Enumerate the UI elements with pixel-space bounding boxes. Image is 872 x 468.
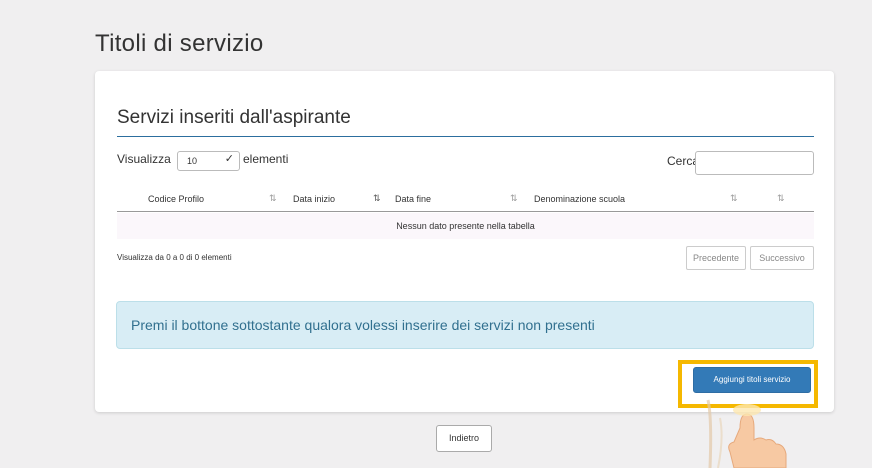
th-data-inizio[interactable]: Data inizio <box>293 194 335 204</box>
sort-icon[interactable]: ⇅ <box>777 193 785 204</box>
empty-row: Nessun dato presente nella tabella <box>117 213 814 239</box>
sort-icon[interactable]: ⇅ <box>510 193 518 204</box>
sort-icon[interactable]: ⇅ <box>730 193 738 204</box>
sort-icon[interactable]: ⇅ <box>269 193 277 204</box>
page-title: Titoli di servizio <box>95 30 264 57</box>
pagination-info: Visualizza da 0 a 0 di 0 elementi <box>117 253 232 262</box>
info-alert: Premi il bottone sottostante qualora vol… <box>116 301 814 349</box>
sort-asc-icon[interactable]: ⇅ <box>373 193 381 204</box>
alert-text: Premi il bottone sottostante qualora vol… <box>131 317 595 333</box>
pointing-hand-icon <box>706 399 787 468</box>
previous-button[interactable]: Precedente <box>686 246 746 270</box>
th-data-fine[interactable]: Data fine <box>395 194 431 204</box>
length-suffix: elementi <box>243 152 289 166</box>
table-header: Codice Profilo ⇅ Data inizio ⇅ Data fine… <box>117 188 814 212</box>
title-divider <box>117 136 814 137</box>
th-codice-profilo[interactable]: Codice Profilo <box>148 194 204 204</box>
section-title: Servizi inseriti dall'aspirante <box>117 107 351 128</box>
th-denominazione-scuola[interactable]: Denominazione scuola <box>534 194 625 204</box>
length-label: Visualizza <box>117 152 171 166</box>
chevron-down-icon: ✓ <box>224 153 234 165</box>
back-button[interactable]: Indietro <box>436 425 492 452</box>
services-card: Servizi inseriti dall'aspirante Visualiz… <box>95 71 834 412</box>
length-value: 10 <box>187 156 198 166</box>
search-input[interactable] <box>695 151 814 175</box>
length-select[interactable]: 10 ✓ <box>177 151 240 171</box>
next-button[interactable]: Successivo <box>750 246 814 270</box>
